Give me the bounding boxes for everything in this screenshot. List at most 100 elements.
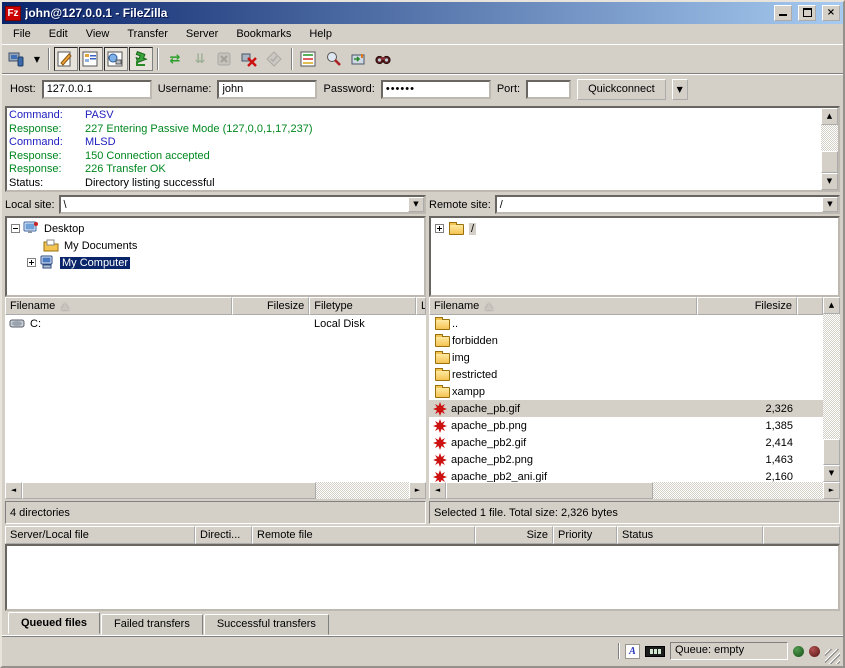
local-file-row[interactable]: C: Local Disk: [5, 315, 426, 332]
expand-icon[interactable]: [435, 224, 444, 233]
scrollbar-thumb[interactable]: [821, 151, 838, 173]
local-site-combo[interactable]: \ ▼: [59, 195, 426, 214]
username-input[interactable]: [217, 80, 317, 99]
scroll-up-icon[interactable]: ▲: [821, 108, 838, 125]
menu-edit[interactable]: Edit: [40, 26, 77, 42]
queue-list[interactable]: [5, 544, 840, 611]
local-site-label: Local site:: [5, 199, 55, 211]
speed-limit-icon[interactable]: [645, 646, 665, 657]
process-queue-button[interactable]: ⇊: [188, 47, 212, 71]
remote-file-row-selected[interactable]: apache_pb.gif 2,326: [429, 400, 823, 417]
remote-file-row[interactable]: apache_pb2_ani.gif 2,160: [429, 468, 823, 482]
remote-file-row[interactable]: xampp: [429, 383, 823, 400]
chevron-down-icon[interactable]: ▼: [408, 197, 424, 212]
column-size[interactable]: Size: [475, 526, 553, 544]
filter-button[interactable]: [322, 47, 346, 71]
column-filesize[interactable]: Filesize: [232, 297, 309, 315]
host-input[interactable]: [42, 80, 152, 99]
remote-file-row[interactable]: forbidden: [429, 332, 823, 349]
menu-file[interactable]: File: [4, 26, 40, 42]
menu-server[interactable]: Server: [177, 26, 227, 42]
tree-item-desktop[interactable]: Desktop: [44, 223, 84, 235]
resize-grip[interactable]: [825, 649, 840, 664]
title-bar[interactable]: Fz john@127.0.0.1 - FileZilla ×: [2, 2, 843, 24]
remote-vscrollbar[interactable]: ▲ ▼: [823, 297, 840, 482]
tree-item-my-documents[interactable]: My Documents: [64, 240, 137, 252]
tab-failed-transfers[interactable]: Failed transfers: [101, 614, 203, 635]
cancel-button[interactable]: [213, 47, 237, 71]
scrollbar-thumb[interactable]: [22, 482, 316, 499]
maximize-button[interactable]: [798, 5, 816, 21]
quickconnect-dropdown[interactable]: ▼: [672, 79, 688, 100]
log-scrollbar[interactable]: ▲ ▼: [821, 108, 838, 190]
scroll-left-icon[interactable]: ◄: [429, 482, 446, 499]
column-direction[interactable]: Directi...: [195, 526, 252, 544]
remote-hscrollbar[interactable]: ◄ ►: [429, 482, 840, 499]
remote-tree[interactable]: /: [429, 216, 840, 297]
chevron-down-icon[interactable]: ▼: [822, 197, 838, 212]
file-size: 2,326: [697, 403, 797, 415]
column-last-modified[interactable]: L: [416, 297, 426, 315]
scroll-right-icon[interactable]: ►: [409, 482, 426, 499]
remote-file-row[interactable]: apache_pb2.gif 2,414: [429, 434, 823, 451]
scroll-left-icon[interactable]: ◄: [5, 482, 22, 499]
local-file-list[interactable]: C: Local Disk: [5, 315, 426, 482]
remote-tree-toggle[interactable]: [104, 47, 128, 71]
message-log-body[interactable]: Command:PASV Response:227 Entering Passi…: [7, 108, 821, 190]
scroll-down-icon[interactable]: ▼: [823, 465, 840, 482]
menu-view[interactable]: View: [77, 26, 119, 42]
local-tree[interactable]: Desktop My Documents My: [5, 216, 426, 297]
password-input[interactable]: [381, 80, 491, 99]
remote-file-row[interactable]: restricted: [429, 366, 823, 383]
column-filename[interactable]: Filename: [5, 297, 232, 315]
scroll-right-icon[interactable]: ►: [823, 482, 840, 499]
minimize-button[interactable]: [774, 5, 792, 21]
sort-ascending-icon: [61, 303, 69, 310]
scrollbar-thumb[interactable]: [446, 482, 653, 499]
remote-file-row[interactable]: apache_pb.png 1,385: [429, 417, 823, 434]
column-priority[interactable]: Priority: [553, 526, 617, 544]
tab-successful-transfers[interactable]: Successful transfers: [204, 614, 329, 635]
menu-transfer[interactable]: Transfer: [118, 26, 177, 42]
column-server-local-file[interactable]: Server/Local file: [5, 526, 195, 544]
file-name: apache_pb2.png: [451, 454, 533, 466]
activity-led-red-icon: [809, 646, 820, 657]
menu-help[interactable]: Help: [300, 26, 341, 42]
log-text: MLSD: [85, 136, 116, 150]
menu-bookmarks[interactable]: Bookmarks: [227, 26, 300, 42]
close-button[interactable]: ×: [822, 5, 840, 21]
reconnect-button[interactable]: [263, 47, 287, 71]
tab-queued-files[interactable]: Queued files: [8, 612, 100, 634]
remote-file-row[interactable]: img: [429, 349, 823, 366]
transfer-queue-toggle[interactable]: [129, 47, 153, 71]
remote-file-row[interactable]: apache_pb2.png 1,463: [429, 451, 823, 468]
tree-item-my-computer[interactable]: My Computer: [60, 257, 130, 269]
remote-site-combo[interactable]: / ▼: [495, 195, 840, 214]
scrollbar-thumb[interactable]: [823, 439, 840, 465]
message-log-toggle[interactable]: [54, 47, 78, 71]
remote-file-row[interactable]: ..: [429, 315, 823, 332]
local-hscrollbar[interactable]: ◄ ►: [5, 482, 426, 499]
site-manager-dropdown[interactable]: ▼: [30, 47, 44, 71]
site-manager-button[interactable]: [5, 47, 29, 71]
local-tree-toggle[interactable]: [79, 47, 103, 71]
column-remote-file[interactable]: Remote file: [252, 526, 475, 544]
column-filename[interactable]: Filename: [429, 297, 697, 315]
scroll-up-icon[interactable]: ▲: [823, 297, 840, 314]
column-status[interactable]: Status: [617, 526, 763, 544]
port-input[interactable]: [526, 80, 571, 99]
quickconnect-button[interactable]: Quickconnect: [577, 79, 666, 100]
collapse-icon[interactable]: [11, 224, 20, 233]
directory-comparison-button[interactable]: [297, 47, 321, 71]
tree-item-root[interactable]: /: [469, 223, 476, 235]
scroll-down-icon[interactable]: ▼: [821, 173, 838, 190]
remote-file-list[interactable]: .. forbidden img: [429, 315, 823, 482]
find-button[interactable]: [372, 47, 396, 71]
data-type-indicator-icon[interactable]: A: [625, 644, 640, 659]
expand-icon[interactable]: [27, 258, 36, 267]
synchronized-browsing-button[interactable]: [347, 47, 371, 71]
refresh-button[interactable]: ⇄: [163, 47, 187, 71]
column-filetype[interactable]: Filetype: [309, 297, 416, 315]
column-filesize[interactable]: Filesize: [697, 297, 797, 315]
disconnect-button[interactable]: [238, 47, 262, 71]
